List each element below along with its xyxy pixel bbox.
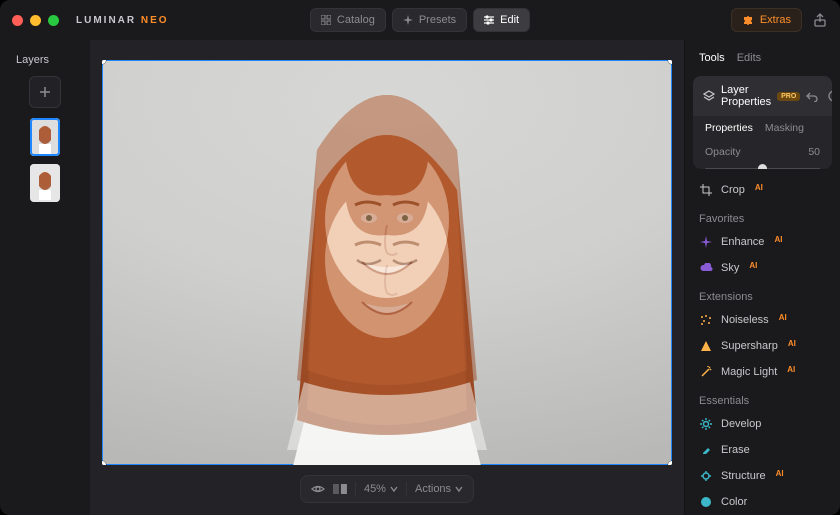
layers-title: Layers	[16, 54, 49, 66]
portrait-thumb-icon	[30, 164, 60, 202]
sun-icon	[699, 417, 713, 431]
tool-supersharp[interactable]: SupersharpAI	[685, 333, 840, 359]
tool-magiclight[interactable]: Magic LightAI	[685, 359, 840, 385]
layer-thumb-2[interactable]	[30, 164, 60, 202]
zoom-value: 45%	[364, 483, 386, 495]
transform-handle-tr[interactable]	[668, 60, 672, 64]
tool-sky[interactable]: SkyAI	[685, 255, 840, 281]
layer-properties-title: Layer Properties	[721, 84, 771, 108]
extras-button[interactable]: Extras	[731, 8, 802, 32]
canvas-toolbar: 45% Actions	[300, 475, 474, 503]
grid-icon	[321, 15, 331, 25]
mode-edit-label: Edit	[500, 14, 519, 26]
add-layer-button[interactable]	[29, 76, 61, 108]
transform-handle-bl[interactable]	[102, 461, 106, 465]
eraser-icon	[699, 443, 713, 457]
sparkle-icon	[699, 235, 713, 249]
noise-icon	[699, 313, 713, 327]
section-extensions: Extensions	[685, 281, 840, 307]
undo-icon[interactable]	[806, 90, 818, 102]
window-zoom-button[interactable]	[48, 15, 59, 26]
mode-presets-label: Presets	[419, 14, 456, 26]
mode-catalog-label: Catalog	[337, 14, 375, 26]
tool-erase[interactable]: Erase	[685, 437, 840, 463]
subtab-masking[interactable]: Masking	[765, 122, 804, 134]
puzzle-icon	[742, 14, 754, 26]
titlebar: LUMINAR NEO Catalog Presets Edit	[0, 0, 840, 41]
sliders-icon	[484, 15, 494, 25]
cloud-icon	[699, 261, 713, 275]
chevron-down-icon	[390, 485, 398, 493]
zoom-dropdown[interactable]: 45%	[364, 483, 398, 495]
app-brand: LUMINAR NEO	[76, 15, 169, 26]
wand-icon	[699, 365, 713, 379]
tab-edits[interactable]: Edits	[737, 52, 761, 64]
mode-catalog[interactable]: Catalog	[310, 8, 386, 32]
right-panel: Tools Edits Layer Properties PRO Prop	[684, 40, 840, 515]
actions-dropdown[interactable]: Actions	[415, 483, 463, 495]
opacity-slider[interactable]	[705, 162, 820, 169]
mode-edit[interactable]: Edit	[473, 8, 530, 32]
sparkle-icon	[403, 15, 413, 25]
tool-develop[interactable]: Develop	[685, 411, 840, 437]
subtab-properties[interactable]: Properties	[705, 122, 753, 134]
titlebar-right: Extras	[731, 8, 828, 32]
tool-crop[interactable]: CropAI	[685, 177, 840, 203]
mode-presets[interactable]: Presets	[392, 8, 467, 32]
tab-tools[interactable]: Tools	[699, 52, 725, 64]
visibility-toggle[interactable]	[311, 482, 325, 496]
share-icon[interactable]	[812, 12, 828, 28]
info-icon[interactable]	[828, 90, 832, 102]
compare-toggle[interactable]	[333, 483, 347, 495]
portrait-thumb-icon	[30, 118, 60, 156]
canvas-area: 45% Actions	[90, 40, 684, 515]
layers-panel: Layers	[0, 40, 90, 515]
section-essentials: Essentials	[685, 385, 840, 411]
crop-icon	[699, 183, 713, 197]
tool-color[interactable]: Color	[685, 489, 840, 515]
section-favorites: Favorites	[685, 203, 840, 229]
chevron-down-icon	[455, 485, 463, 493]
transform-handle-br[interactable]	[668, 461, 672, 465]
structure-icon	[699, 469, 713, 483]
tool-enhance[interactable]: EnhanceAI	[685, 229, 840, 255]
window-minimize-button[interactable]	[30, 15, 41, 26]
tool-structure[interactable]: StructureAI	[685, 463, 840, 489]
opacity-label: Opacity	[705, 146, 741, 158]
extras-label: Extras	[760, 14, 791, 26]
app-window: LUMINAR NEO Catalog Presets Edit	[0, 0, 840, 515]
canvas[interactable]	[102, 60, 672, 465]
layer-properties-card: Layer Properties PRO Properties Masking …	[693, 76, 832, 169]
overlay-image	[227, 60, 547, 450]
window-close-button[interactable]	[12, 15, 23, 26]
pro-badge: PRO	[777, 92, 800, 101]
layers-stack-icon	[703, 90, 715, 102]
actions-label: Actions	[415, 483, 451, 495]
transform-handle-tl[interactable]	[102, 60, 106, 64]
triangle-icon	[699, 339, 713, 353]
opacity-value: 50	[808, 146, 820, 158]
color-icon	[699, 495, 713, 509]
layer-thumb-1[interactable]	[30, 118, 60, 156]
tool-noiseless[interactable]: NoiselessAI	[685, 307, 840, 333]
